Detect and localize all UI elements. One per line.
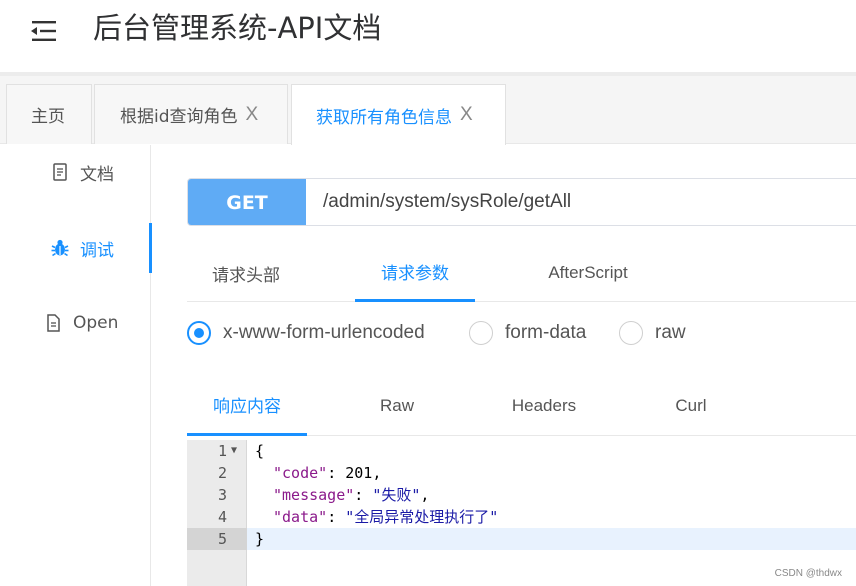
page-title: 后台管理系统-API文档 (93, 11, 382, 45)
line-number: 5 (217, 530, 227, 548)
sidebar: 文档 调试 Open (0, 145, 152, 586)
close-icon[interactable]: X (460, 104, 473, 126)
json-separator: : (354, 486, 373, 504)
line-number: 1 (217, 442, 227, 460)
tab-response-content[interactable]: 响应内容 (187, 376, 307, 436)
sidebar-item-label: Open (73, 313, 119, 333)
json-key: "message" (273, 486, 355, 504)
code-line: 4 "data": "全局异常处理执行了" (187, 506, 856, 528)
json-separator: : (327, 464, 346, 482)
tab-response-raw[interactable]: Raw (357, 376, 437, 436)
sidebar-item-debug[interactable]: 调试 (0, 223, 152, 273)
json-comma: , (372, 464, 382, 482)
tab-home[interactable]: 主页 (6, 84, 92, 144)
fold-arrow-icon[interactable]: ▼ (231, 440, 237, 462)
menu-fold-icon[interactable] (28, 18, 58, 44)
page-tabs: 主页 根据id查询角色 X 获取所有角色信息 X (0, 76, 856, 145)
tab-label: 获取所有角色信息 (316, 107, 452, 128)
radio-unchecked-icon (619, 321, 643, 345)
line-number: 3 (217, 486, 227, 504)
request-url-bar: GET /admin/system/sysRole/getAll (187, 178, 856, 226)
code-line: 3 "message": "失败", (187, 484, 856, 506)
close-icon[interactable]: X (246, 104, 259, 126)
json-value: 201 (345, 464, 373, 482)
tab-label: 根据id查询角色 (120, 107, 238, 127)
tab-response-curl[interactable]: Curl (661, 376, 721, 436)
sidebar-item-docs[interactable]: 文档 (0, 147, 151, 197)
code-line: 2 "code": 201, (187, 462, 856, 484)
tab-afterscript[interactable]: AfterScript (527, 244, 649, 302)
radio-unchecked-icon (469, 321, 493, 345)
tab-get-all-roles[interactable]: 获取所有角色信息 X (291, 84, 506, 145)
tab-label: 主页 (31, 107, 65, 127)
code-text: "message": "失败", (273, 484, 429, 506)
request-url-field[interactable]: /admin/system/sysRole/getAll (306, 179, 571, 225)
sidebar-item-label: 文档 (80, 164, 114, 185)
line-number: 2 (217, 464, 227, 482)
watermark: CSDN @thdwx (774, 568, 842, 579)
json-key: "code" (273, 464, 328, 482)
code-text: { (255, 442, 265, 460)
json-value: "失败" (372, 486, 421, 504)
tab-get-role-by-id[interactable]: 根据id查询角色 X (94, 84, 288, 144)
radio-label: raw (655, 322, 686, 343)
request-tabs: 请求头部 请求参数 AfterScript (187, 244, 856, 302)
code-text: "data": "全局异常处理执行了" (273, 506, 498, 528)
code-text: } (255, 530, 265, 548)
radio-x-www-form-urlencoded[interactable]: x-www-form-urlencoded (187, 318, 425, 348)
radio-raw[interactable]: raw (619, 318, 686, 348)
document-icon (53, 163, 67, 181)
radio-label: x-www-form-urlencoded (223, 322, 425, 343)
tab-request-params[interactable]: 请求参数 (355, 244, 475, 302)
response-code-editor[interactable]: 1 ▼ { 2 "code": 201, 3 "message": "失败", … (187, 440, 856, 586)
code-line-active: 5 } (187, 528, 856, 550)
json-key: "data" (273, 508, 328, 526)
json-comma: , (420, 486, 430, 504)
radio-label: form-data (505, 322, 587, 343)
radio-checked-icon (187, 321, 211, 345)
bug-icon (51, 239, 69, 257)
tab-response-headers[interactable]: Headers (497, 376, 591, 436)
line-number: 4 (217, 508, 227, 526)
tab-request-headers[interactable]: 请求头部 (187, 244, 305, 302)
response-tabs: 响应内容 Raw Headers Curl (187, 376, 856, 436)
json-separator: : (327, 508, 346, 526)
file-icon (47, 314, 60, 332)
sidebar-item-label: 调试 (80, 240, 114, 261)
code-text: "code": 201, (273, 462, 381, 484)
json-value: "全局异常处理执行了" (345, 508, 499, 526)
http-method-button[interactable]: GET (188, 179, 306, 225)
sidebar-item-open[interactable]: Open (0, 298, 151, 348)
code-line: 1 ▼ { (187, 440, 856, 462)
app-header: 后台管理系统-API文档 (0, 0, 856, 72)
radio-form-data[interactable]: form-data (469, 318, 586, 348)
